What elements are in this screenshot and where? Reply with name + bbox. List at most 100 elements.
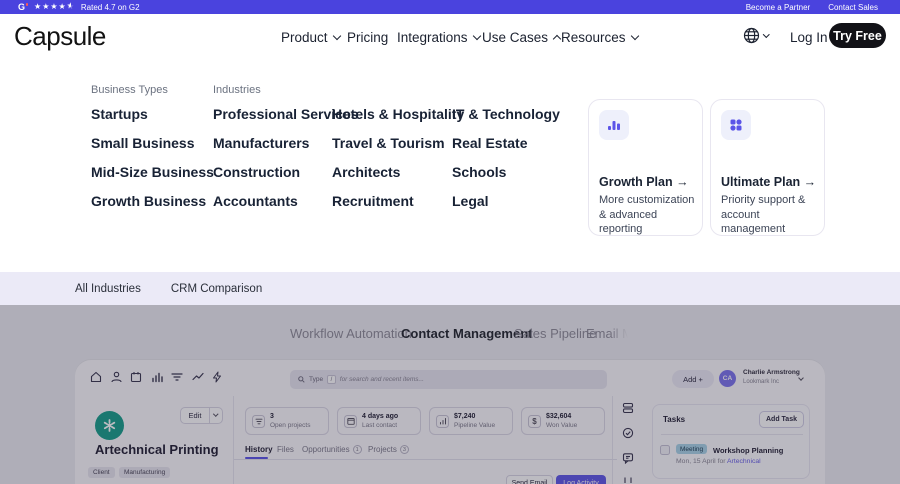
use-cases-megamenu: Business Types Startups Small Business M… xyxy=(0,59,900,272)
menu-item-recruitment[interactable]: Recruitment xyxy=(332,193,464,208)
calendar-partial-icon[interactable] xyxy=(622,477,634,484)
slash-keycap: / xyxy=(327,375,336,384)
industries-column-3: IT & Technology Real Estate Schools Lega… xyxy=(452,84,560,222)
capsule-logo[interactable]: Capsule xyxy=(14,21,106,52)
add-button[interactable]: Add + xyxy=(672,370,714,388)
chevron-down-icon xyxy=(472,32,480,40)
task-category-badge: Meeting xyxy=(676,444,707,454)
tab-contact-management[interactable]: Contact Management xyxy=(401,326,532,341)
user-menu[interactable]: Charlie Armstrong Lookmark Inc xyxy=(743,369,800,386)
task-contact-link[interactable]: Artechnical xyxy=(727,458,761,465)
panel-divider xyxy=(612,396,613,484)
tabs-divider xyxy=(234,459,617,460)
stat-last-contact: 4 days agoLast contact xyxy=(337,407,421,435)
task-due-date: Mon, 15 April for Artechnical xyxy=(676,458,761,465)
rating-text: Rated 4.7 on G2 xyxy=(81,3,140,12)
menu-item-it-technology[interactable]: IT & Technology xyxy=(452,106,560,121)
become-partner-link[interactable]: Become a Partner xyxy=(746,3,810,12)
megamenu-footer: All Industries CRM Comparison xyxy=(0,272,900,305)
menu-item-travel-tourism[interactable]: Travel & Tourism xyxy=(332,135,464,150)
dollar-icon: $ xyxy=(528,415,541,428)
home-icon[interactable] xyxy=(90,371,102,383)
contact-sales-link[interactable]: Contact Sales xyxy=(828,3,878,12)
stack-icon[interactable] xyxy=(622,402,634,414)
business-types-column: Business Types Startups Small Business M… xyxy=(91,84,214,222)
stat-pipeline-value: $7,240Pipeline Value xyxy=(429,407,513,435)
calendar-icon[interactable] xyxy=(130,371,142,383)
menu-item-startups[interactable]: Startups xyxy=(91,106,214,121)
avatar[interactable]: CA xyxy=(719,370,736,387)
edit-button[interactable]: Edit xyxy=(180,407,223,424)
ultimate-plan-card[interactable]: Ultimate Plan → Priority support & accou… xyxy=(710,99,825,236)
add-task-button[interactable]: Add Task xyxy=(759,411,804,428)
sidebar-icon-strip xyxy=(620,402,636,484)
menu-item-legal[interactable]: Legal xyxy=(452,193,560,208)
menu-item-real-estate[interactable]: Real Estate xyxy=(452,135,560,150)
menu-item-hotels-hospitality[interactable]: Hotels & Hospitality xyxy=(332,106,464,121)
trend-line-icon[interactable] xyxy=(192,372,204,382)
tab-email-marketing[interactable]: Email M xyxy=(586,326,628,341)
log-activity-button[interactable]: Log Activity xyxy=(556,475,606,484)
search-input[interactable]: Type / for search and recent items... xyxy=(290,370,607,389)
nav-product[interactable]: Product xyxy=(281,30,340,45)
task-checkbox[interactable] xyxy=(660,445,670,455)
edit-dropdown-toggle[interactable] xyxy=(209,408,222,423)
chevron-down-icon xyxy=(763,31,769,37)
globe-icon xyxy=(743,27,760,44)
nav-integrations[interactable]: Integrations xyxy=(397,30,480,45)
chevron-up-icon xyxy=(553,35,561,43)
search-icon xyxy=(298,376,305,383)
chevron-down-icon xyxy=(332,32,340,40)
g2-logo-icon: G xyxy=(18,2,28,12)
menu-item-architects[interactable]: Architects xyxy=(332,164,464,179)
people-icon[interactable] xyxy=(111,371,122,383)
menu-item-growth-business[interactable]: Growth Business xyxy=(91,193,214,208)
growth-plan-description: More customization & advanced reporting xyxy=(599,193,697,237)
arrow-right-icon: → xyxy=(804,175,817,189)
menu-item-small-business[interactable]: Small Business xyxy=(91,135,214,150)
crm-comparison-link[interactable]: CRM Comparison xyxy=(171,283,262,295)
menu-item-schools[interactable]: Schools xyxy=(452,164,560,179)
try-free-button[interactable]: Try Free xyxy=(829,23,886,48)
opportunities-count-badge: 1 xyxy=(353,445,362,454)
crm-app-screenshot: Type / for search and recent items... Ad… xyxy=(75,360,825,484)
tag-client[interactable]: Client xyxy=(88,467,115,478)
nav-use-cases[interactable]: Use Cases xyxy=(482,30,560,45)
menu-item-mid-size-business[interactable]: Mid-Size Business xyxy=(91,164,214,179)
chat-icon[interactable] xyxy=(622,452,634,464)
page-content-dimmed: Workflow Automation Contact Management S… xyxy=(0,305,900,484)
growth-plan-card[interactable]: Growth Plan → More customization & advan… xyxy=(588,99,703,236)
divider xyxy=(661,434,803,435)
business-types-header: Business Types xyxy=(91,84,214,97)
ultimate-plan-description: Priority support & account management xyxy=(721,193,819,237)
lightning-icon[interactable] xyxy=(212,371,222,383)
filter-lines-icon[interactable] xyxy=(171,372,183,382)
contact-name: Artechnical Printing xyxy=(95,442,219,457)
tab-projects[interactable]: Projects 3 xyxy=(368,445,409,454)
nav-resources[interactable]: Resources xyxy=(561,30,638,45)
industries-column-2: Hotels & Hospitality Travel & Tourism Ar… xyxy=(332,84,464,222)
tab-history[interactable]: History xyxy=(245,445,273,454)
tab-opportunities[interactable]: Opportunities 1 xyxy=(302,445,362,454)
bar-chart-icon[interactable] xyxy=(151,371,163,383)
panel-divider xyxy=(233,396,234,484)
arrow-right-icon: → xyxy=(676,175,689,189)
send-email-button[interactable]: Send Email xyxy=(506,475,553,484)
language-selector[interactable] xyxy=(743,27,769,44)
tab-workflow-automation[interactable]: Workflow Automation xyxy=(290,326,412,341)
task-title[interactable]: Workshop Planning xyxy=(713,446,783,455)
announcement-bar: G ★★★★★ Rated 4.7 on G2 Become a Partner… xyxy=(0,0,900,14)
tag-manufacturing[interactable]: Manufacturing xyxy=(119,467,170,478)
shapes-grid-icon xyxy=(721,110,751,140)
login-link[interactable]: Log In xyxy=(790,30,828,45)
check-circle-icon[interactable] xyxy=(622,427,634,439)
all-industries-link[interactable]: All Industries xyxy=(75,283,141,295)
projects-count-badge: 3 xyxy=(400,445,409,454)
bar-chart-icon xyxy=(436,415,449,428)
capsule-website: G ★★★★★ Rated 4.7 on G2 Become a Partner… xyxy=(0,0,900,484)
tab-sales-pipeline[interactable]: Sales Pipeline xyxy=(514,326,596,341)
bar-chart-icon xyxy=(599,110,629,140)
nav-pricing[interactable]: Pricing xyxy=(347,30,388,45)
tab-files[interactable]: Files xyxy=(277,445,294,454)
filter-lines-icon xyxy=(252,415,265,428)
